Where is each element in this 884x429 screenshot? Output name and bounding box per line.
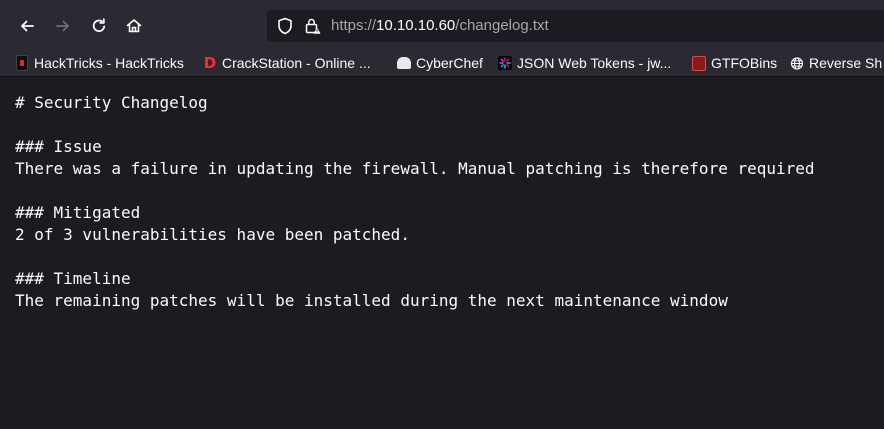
bookmark-label: CyberChef bbox=[416, 55, 483, 71]
bookmarks-toolbar: HackTricks - HackTricks D CrackStation -… bbox=[0, 50, 884, 77]
navigation-toolbar: https://10.10.10.60/changelog.txt bbox=[0, 0, 884, 50]
url-scheme: https:// bbox=[331, 17, 377, 34]
section-heading-issue: ### Issue bbox=[15, 137, 102, 156]
url-path: /changelog.txt bbox=[455, 17, 549, 34]
bookmark-label: CrackStation - Online ... bbox=[222, 55, 371, 71]
bookmark-jwt[interactable]: JSON Web Tokens - jw... bbox=[498, 50, 671, 76]
url-host: 10.10.10.60 bbox=[376, 17, 456, 34]
reload-button[interactable] bbox=[84, 11, 114, 41]
bookmark-label: GTFOBins bbox=[711, 55, 778, 71]
url-text[interactable]: https://10.10.10.60/changelog.txt bbox=[331, 10, 549, 42]
issue-text: There was a failure in updating the fire… bbox=[15, 159, 815, 178]
bookmark-hacktricks[interactable]: HackTricks - HackTricks bbox=[15, 50, 184, 76]
lock-warning-icon[interactable] bbox=[304, 17, 322, 35]
crackstation-icon: D bbox=[203, 54, 217, 72]
document-heading: # Security Changelog bbox=[15, 93, 208, 112]
plain-text-document: # Security Changelog ### Issue There was… bbox=[0, 77, 884, 429]
forward-button[interactable] bbox=[48, 11, 78, 41]
browser-window: https://10.10.10.60/changelog.txt HackTr… bbox=[0, 0, 884, 429]
cyberchef-icon bbox=[397, 55, 411, 71]
home-icon bbox=[126, 19, 142, 33]
hacktricks-icon bbox=[15, 55, 29, 71]
section-heading-timeline: ### Timeline bbox=[15, 269, 131, 288]
bookmark-reverse-shell[interactable]: Reverse Sh bbox=[790, 50, 882, 76]
bookmark-gtfobins[interactable]: GTFOBins bbox=[692, 50, 777, 76]
gtfobins-icon bbox=[692, 55, 706, 71]
home-button[interactable] bbox=[119, 11, 149, 41]
bookmark-label: Reverse Sh bbox=[809, 55, 883, 71]
arrow-right-icon bbox=[56, 20, 69, 32]
mitigated-text: 2 of 3 vulnerabilities have been patched… bbox=[15, 225, 410, 244]
arrow-left-icon bbox=[21, 20, 34, 32]
globe-icon bbox=[790, 55, 804, 71]
bookmark-cyberchef[interactable]: CyberChef bbox=[397, 50, 483, 76]
bookmark-label: JSON Web Tokens - jw... bbox=[517, 55, 672, 71]
jwt-icon bbox=[498, 55, 512, 71]
back-button[interactable] bbox=[12, 11, 42, 41]
address-bar[interactable]: https://10.10.10.60/changelog.txt bbox=[267, 10, 884, 42]
timeline-text: The remaining patches will be installed … bbox=[15, 291, 728, 310]
bookmark-label: HackTricks - HackTricks bbox=[34, 55, 184, 71]
section-heading-mitigated: ### Mitigated bbox=[15, 203, 141, 222]
bookmark-crackstation[interactable]: D CrackStation - Online ... bbox=[203, 50, 371, 76]
shield-icon[interactable] bbox=[277, 17, 293, 35]
reload-icon bbox=[92, 18, 106, 33]
